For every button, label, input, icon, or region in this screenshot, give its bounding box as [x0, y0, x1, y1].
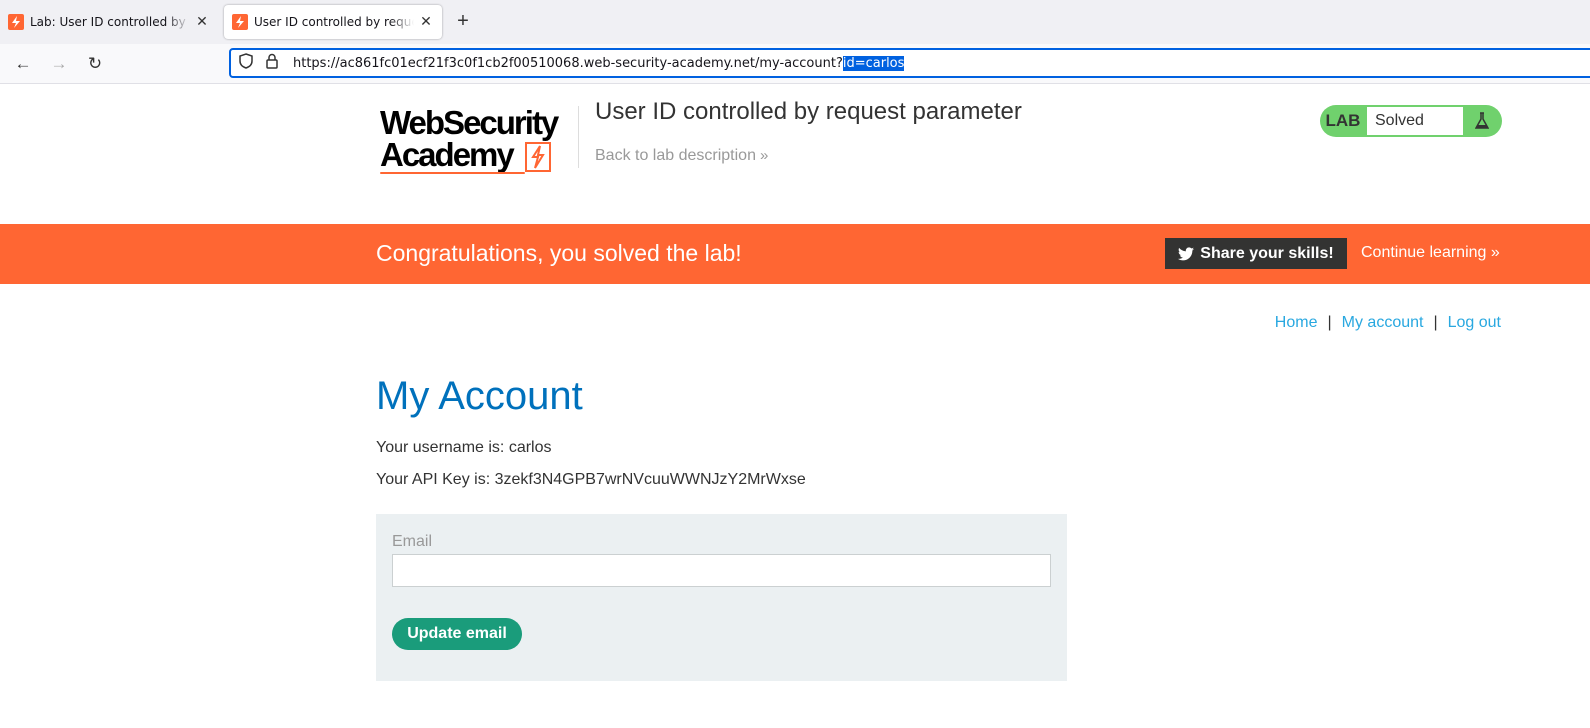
browser-tab-bar: Lab: User ID controlled by request param…	[0, 0, 1590, 44]
page-header: WebSecurity Academy User ID controlled b…	[0, 84, 1590, 224]
twitter-icon	[1178, 246, 1195, 260]
back-to-lab-description-link[interactable]: Back to lab description»	[595, 147, 768, 165]
back-arrow-icon[interactable]: ←	[12, 53, 34, 75]
nav-home-link[interactable]: Home	[1275, 314, 1318, 331]
solved-banner: Congratulations, you solved the lab! Sha…	[0, 224, 1590, 284]
tab-title: User ID controlled by request parameter	[254, 15, 414, 29]
continue-learning-label: Continue learning	[1361, 244, 1487, 261]
back-link-label: Back to lab description	[595, 147, 756, 164]
lab-badge-label: LAB	[1325, 111, 1361, 130]
share-skills-label: Share your skills!	[1200, 244, 1334, 262]
nav-separator: |	[1433, 314, 1438, 331]
browser-tab-lab[interactable]: Lab: User ID controlled by request param…	[0, 5, 218, 39]
web-security-academy-logo[interactable]: WebSecurity Academy	[380, 106, 580, 174]
update-email-button[interactable]: Update email	[392, 618, 522, 650]
page-title: My Account	[376, 374, 583, 418]
lab-status-text: Solved	[1366, 106, 1464, 136]
url-selected-text: id=carlos	[842, 55, 905, 71]
continue-learning-link[interactable]: Continue learning »	[1361, 244, 1500, 262]
close-tab-icon[interactable]: ✕	[418, 14, 434, 30]
lab-status-badge: LAB Solved	[1320, 105, 1502, 137]
logo-line-1: WebSecurity	[380, 104, 559, 141]
account-nav: Home | My account | Log out	[1275, 314, 1501, 332]
logo-line-2: Academy	[380, 136, 515, 173]
logo-bolt-icon	[525, 142, 551, 172]
email-field[interactable]	[392, 554, 1051, 587]
congratulations-message: Congratulations, you solved the lab!	[376, 240, 742, 266]
username-text: Your username is: carlos	[376, 439, 552, 456]
lock-icon[interactable]	[261, 53, 283, 73]
address-bar[interactable]: https://ac861fc01ecf21f3c0f1cb2f00510068…	[229, 48, 1590, 78]
double-chevron-right-icon: »	[1486, 244, 1500, 261]
forward-arrow-icon[interactable]: →	[48, 53, 70, 75]
nav-log-out-link[interactable]: Log out	[1448, 314, 1501, 331]
lab-title: User ID controlled by request parameter	[595, 98, 1022, 125]
header-divider	[578, 106, 579, 168]
close-tab-icon[interactable]: ✕	[194, 14, 210, 30]
update-email-form: Email Update email	[376, 514, 1067, 681]
new-tab-plus-icon[interactable]: +	[452, 10, 474, 32]
share-skills-button[interactable]: Share your skills!	[1165, 238, 1347, 269]
tab-title: Lab: User ID controlled by request param…	[30, 15, 190, 29]
browser-tab-account[interactable]: User ID controlled by request parameter …	[224, 5, 442, 39]
reload-icon[interactable]: ↻	[84, 53, 106, 75]
api-key-text: Your API Key is: 3zekf3N4GPB7wrNVcuuWWNJ…	[376, 471, 806, 488]
nav-my-account-link[interactable]: My account	[1342, 314, 1424, 331]
nav-separator: |	[1327, 314, 1332, 331]
browser-nav-bar: ← → ↻ https://ac861fc01ecf21f3c0f1cb2f00…	[0, 44, 1590, 84]
shield-icon[interactable]	[235, 53, 257, 73]
email-label: Email	[392, 533, 433, 550]
double-chevron-right-icon: »	[759, 147, 769, 164]
url-text: https://ac861fc01ecf21f3c0f1cb2f00510068…	[293, 55, 905, 71]
lab-favicon-icon	[8, 14, 24, 30]
url-main: https://ac861fc01ecf21f3c0f1cb2f00510068…	[293, 55, 843, 71]
logo-underline	[380, 172, 525, 174]
lab-favicon-icon	[232, 14, 248, 30]
flask-icon	[1464, 106, 1500, 136]
